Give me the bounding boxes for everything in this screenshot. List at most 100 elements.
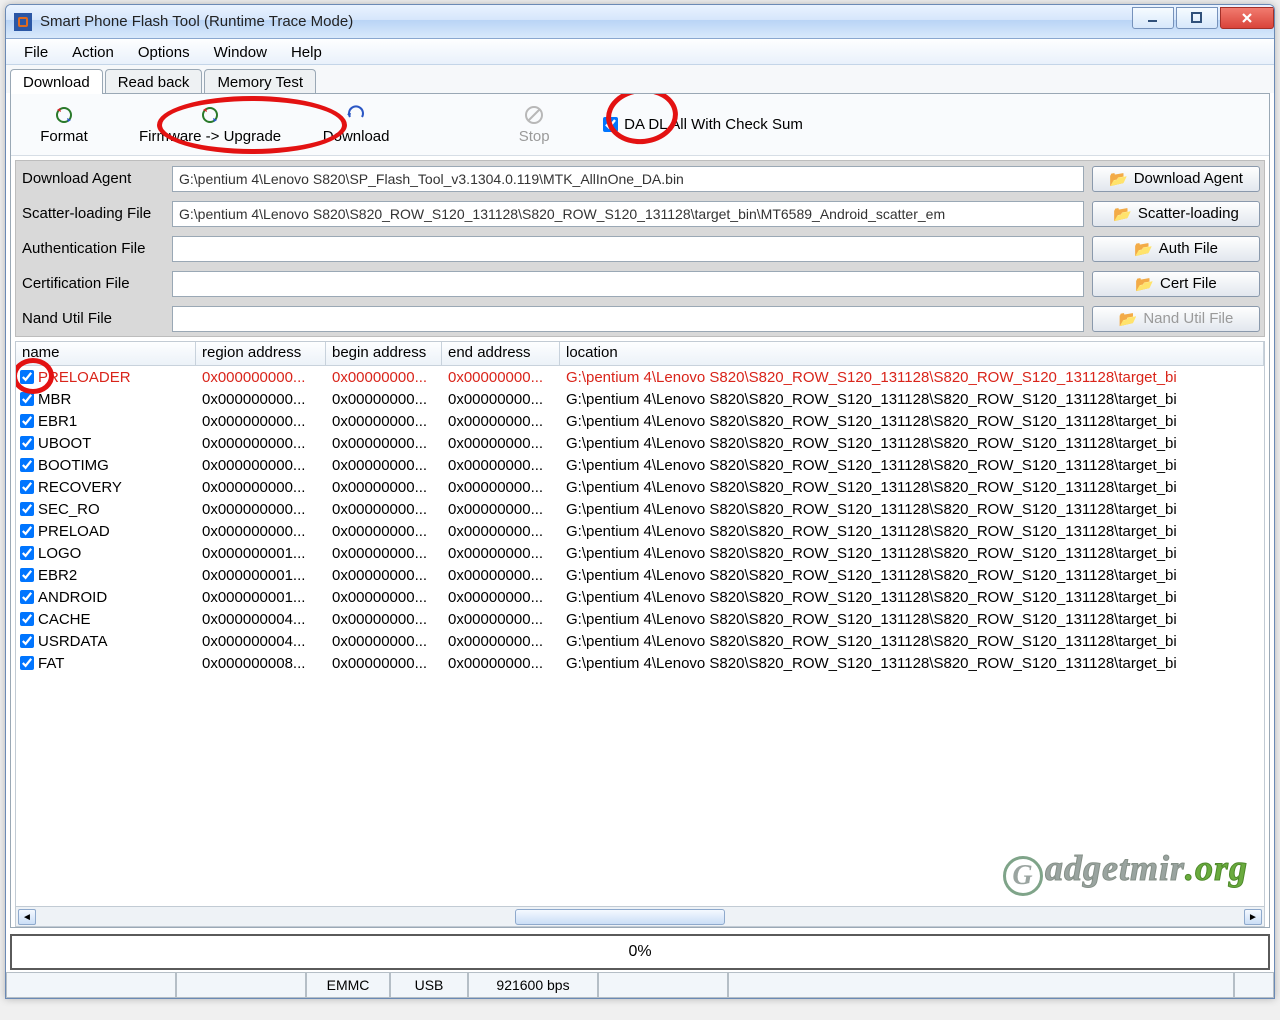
row-name: LOGO	[38, 545, 81, 562]
row-end: 0x00000000...	[442, 654, 560, 673]
row-checkbox[interactable]	[20, 634, 34, 648]
table-row[interactable]: BOOTIMG0x000000000...0x00000000...0x0000…	[16, 454, 1264, 476]
table-row[interactable]: UBOOT0x000000000...0x00000000...0x000000…	[16, 432, 1264, 454]
row-begin: 0x00000000...	[326, 412, 442, 431]
row-location: G:\pentium 4\Lenovo S820\S820_ROW_S120_1…	[560, 566, 1264, 585]
col-end[interactable]: end address	[442, 342, 560, 366]
format-button[interactable]: Format	[21, 100, 107, 149]
row-begin: 0x00000000...	[326, 500, 442, 519]
menubar: File Action Options Window Help	[6, 39, 1274, 65]
row-checkbox[interactable]	[20, 612, 34, 626]
titlebar: Smart Phone Flash Tool (Runtime Trace Mo…	[6, 5, 1274, 39]
tab-download[interactable]: Download	[10, 69, 103, 94]
row-checkbox[interactable]	[20, 656, 34, 670]
col-location[interactable]: location	[560, 342, 1264, 366]
nand-field[interactable]	[172, 306, 1084, 332]
tab-read-back[interactable]: Read back	[105, 69, 203, 94]
row-end: 0x00000000...	[442, 456, 560, 475]
row-end: 0x00000000...	[442, 412, 560, 431]
download-agent-browse[interactable]: 📂Download Agent	[1092, 166, 1260, 192]
da-checksum-option[interactable]: DA DL All With Check Sum	[603, 116, 803, 133]
cert-browse[interactable]: 📂Cert File	[1092, 271, 1260, 297]
table-row[interactable]: EBR10x000000000...0x00000000...0x0000000…	[16, 410, 1264, 432]
table-row[interactable]: LOGO0x000000001...0x00000000...0x0000000…	[16, 542, 1264, 564]
menu-file[interactable]: File	[12, 42, 60, 63]
folder-icon: 📂	[1109, 170, 1128, 188]
row-begin: 0x00000000...	[326, 478, 442, 497]
auth-field[interactable]	[172, 236, 1084, 262]
auth-browse[interactable]: 📂Auth File	[1092, 236, 1260, 262]
window-title: Smart Phone Flash Tool (Runtime Trace Mo…	[40, 13, 353, 30]
scatter-browse[interactable]: 📂Scatter-loading	[1092, 201, 1260, 227]
row-region: 0x000000000...	[196, 390, 326, 409]
stop-button: Stop	[491, 100, 577, 149]
row-checkbox[interactable]	[20, 392, 34, 406]
nand-label: Nand Util File	[16, 310, 172, 327]
tab-memory-test[interactable]: Memory Test	[204, 69, 316, 94]
row-checkbox[interactable]	[20, 502, 34, 516]
row-name: MBR	[38, 391, 71, 408]
table-row[interactable]: PRELOAD0x000000000...0x00000000...0x0000…	[16, 520, 1264, 542]
menu-help[interactable]: Help	[279, 42, 334, 63]
firmware-upgrade-button[interactable]: Firmware -> Upgrade	[133, 100, 287, 149]
row-end: 0x00000000...	[442, 522, 560, 541]
scroll-left-icon[interactable]: ◄	[18, 909, 36, 925]
maximize-button[interactable]	[1176, 7, 1218, 29]
da-checksum-checkbox[interactable]	[603, 117, 618, 132]
menu-action[interactable]: Action	[60, 42, 126, 63]
scatter-field[interactable]: G:\pentium 4\Lenovo S820\S820_ROW_S120_1…	[172, 201, 1084, 227]
row-region: 0x000000000...	[196, 500, 326, 519]
menu-options[interactable]: Options	[126, 42, 202, 63]
table-row[interactable]: SEC_RO0x000000000...0x00000000...0x00000…	[16, 498, 1264, 520]
row-checkbox[interactable]	[20, 546, 34, 560]
col-begin[interactable]: begin address	[326, 342, 442, 366]
cert-field[interactable]	[172, 271, 1084, 297]
table-row[interactable]: ANDROID0x000000001...0x00000000...0x0000…	[16, 586, 1264, 608]
table-row[interactable]: CACHE0x000000004...0x00000000...0x000000…	[16, 608, 1264, 630]
row-checkbox[interactable]	[20, 458, 34, 472]
da-checksum-label: DA DL All With Check Sum	[624, 116, 803, 133]
tab-strip: Download Read back Memory Test	[6, 65, 1274, 93]
table-row[interactable]: PRELOADER0x000000000...0x00000000...0x00…	[16, 366, 1264, 388]
table-row[interactable]: RECOVERY0x000000000...0x00000000...0x000…	[16, 476, 1264, 498]
col-name[interactable]: name	[16, 342, 196, 366]
format-label: Format	[40, 128, 88, 145]
horizontal-scrollbar[interactable]: ◄ ►	[16, 906, 1264, 926]
scroll-thumb[interactable]	[515, 909, 725, 925]
close-button[interactable]	[1220, 7, 1274, 29]
col-region[interactable]: region address	[196, 342, 326, 366]
scroll-right-icon[interactable]: ►	[1244, 909, 1262, 925]
row-location: G:\pentium 4\Lenovo S820\S820_ROW_S120_1…	[560, 500, 1264, 519]
row-checkbox[interactable]	[20, 480, 34, 494]
status-cell-emmc: EMMC	[306, 973, 390, 998]
status-cell-7	[1234, 973, 1274, 998]
row-region: 0x000000000...	[196, 456, 326, 475]
toolbar: Format Firmware -> Upgrade Download Stop	[11, 94, 1269, 156]
table-row[interactable]: USRDATA0x000000004...0x00000000...0x0000…	[16, 630, 1264, 652]
row-location: G:\pentium 4\Lenovo S820\S820_ROW_S120_1…	[560, 434, 1264, 453]
folder-icon: 📂	[1134, 240, 1153, 258]
stop-icon	[523, 104, 545, 126]
table-row[interactable]: FAT0x000000008...0x00000000...0x00000000…	[16, 652, 1264, 674]
row-begin: 0x00000000...	[326, 544, 442, 563]
row-checkbox[interactable]	[20, 524, 34, 538]
row-checkbox[interactable]	[20, 568, 34, 582]
table-row[interactable]: EBR20x000000001...0x00000000...0x0000000…	[16, 564, 1264, 586]
row-name: EBR1	[38, 413, 77, 430]
minimize-button[interactable]	[1132, 7, 1174, 29]
table-row[interactable]: MBR0x000000000...0x00000000...0x00000000…	[16, 388, 1264, 410]
row-checkbox[interactable]	[20, 414, 34, 428]
menu-window[interactable]: Window	[202, 42, 279, 63]
row-begin: 0x00000000...	[326, 368, 442, 387]
row-region: 0x000000000...	[196, 434, 326, 453]
row-checkbox[interactable]	[20, 436, 34, 450]
row-name: EBR2	[38, 567, 77, 584]
row-checkbox[interactable]	[20, 370, 34, 384]
row-checkbox[interactable]	[20, 590, 34, 604]
tab-panel-download: Format Firmware -> Upgrade Download Stop	[10, 93, 1270, 928]
download-button[interactable]: Download	[313, 100, 399, 149]
row-location: G:\pentium 4\Lenovo S820\S820_ROW_S120_1…	[560, 632, 1264, 651]
partition-table-body[interactable]: PRELOADER0x000000000...0x00000000...0x00…	[16, 366, 1264, 906]
row-region: 0x000000000...	[196, 522, 326, 541]
download-agent-field[interactable]: G:\pentium 4\Lenovo S820\SP_Flash_Tool_v…	[172, 166, 1084, 192]
